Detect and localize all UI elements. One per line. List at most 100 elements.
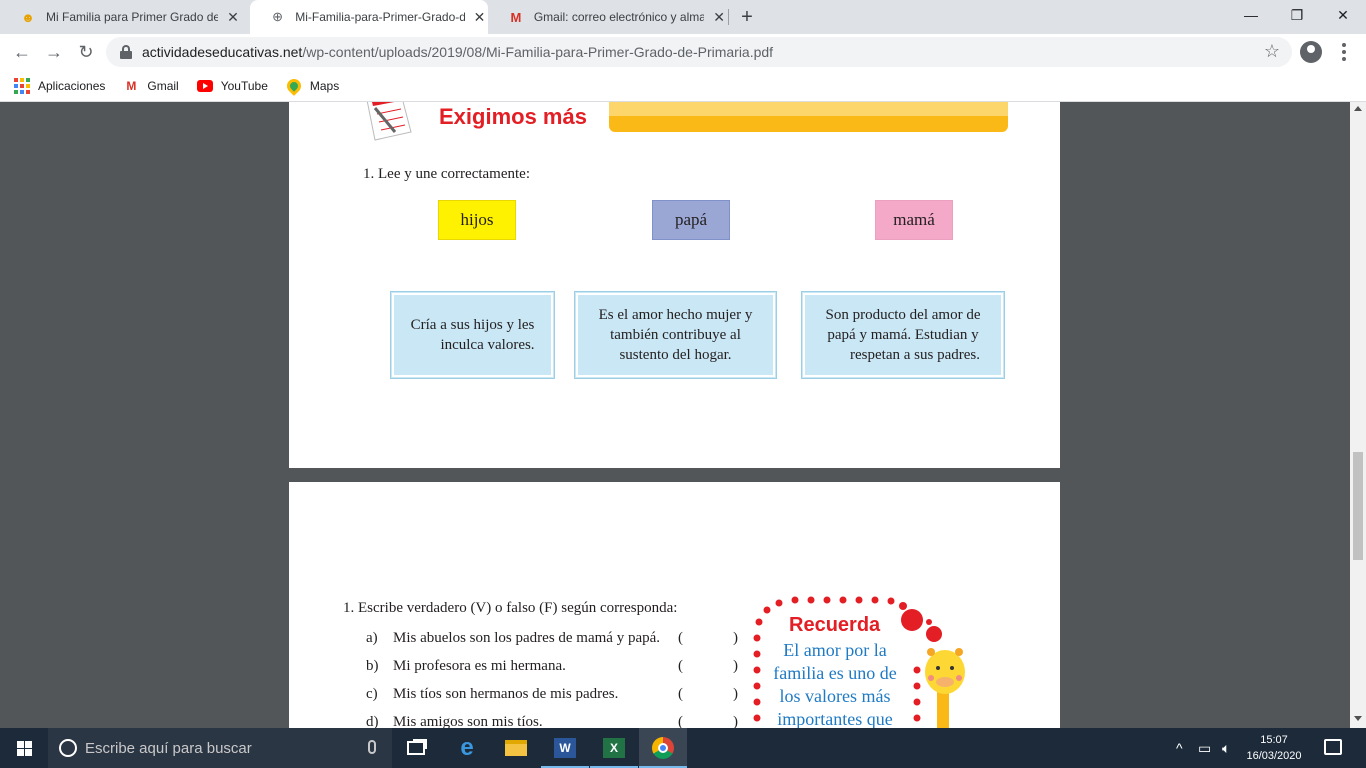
word-card-hijos[interactable]: hijos: [438, 200, 516, 240]
close-tab-icon[interactable]: ✕: [710, 8, 728, 26]
bookmark-youtube[interactable]: YouTube: [196, 78, 268, 94]
start-button[interactable]: [0, 728, 48, 768]
bookmark-label: Aplicaciones: [38, 78, 106, 93]
edge-button[interactable]: e: [443, 728, 491, 768]
url-host: actividadeseducativas.net: [142, 44, 303, 60]
description-card-2[interactable]: Es el amor hecho mujer y también contrib…: [574, 291, 777, 379]
bookmark-label: Maps: [309, 78, 340, 93]
item-letter: c): [366, 686, 378, 702]
windows-logo-icon: [16, 740, 32, 756]
globe-icon: ⊕: [272, 9, 284, 24]
close-tab-icon[interactable]: ✕: [471, 8, 488, 26]
description-text: Son producto del amor de papá y mamá. Es…: [826, 305, 981, 365]
network-icon[interactable]: ▭: [1198, 740, 1211, 757]
word-button[interactable]: W: [541, 728, 589, 768]
word-card-mama[interactable]: mamá: [875, 200, 953, 240]
notification-center-icon[interactable]: [1324, 739, 1342, 755]
vertical-scrollbar[interactable]: [1350, 102, 1366, 728]
back-button[interactable]: ←: [8, 38, 36, 66]
section-title: Exigimos más: [439, 104, 587, 129]
notepad-icon: [366, 102, 412, 141]
tab-pdf[interactable]: ⊕ Mi-Familia-para-Primer-Grado-de ✕: [250, 0, 488, 34]
description-line: respetan a sus padres.: [850, 347, 980, 363]
gmail-icon: M: [126, 78, 137, 93]
paren-close: ): [733, 714, 738, 728]
chrome-button[interactable]: [639, 728, 687, 768]
excel-icon: X: [603, 738, 625, 758]
forward-button[interactable]: →: [40, 38, 68, 66]
maps-icon: [283, 75, 304, 96]
description-line: inculca valores.: [440, 337, 535, 353]
microphone-icon[interactable]: [368, 740, 376, 754]
pdf-viewer[interactable]: Exigimos más 1. Lee y une correctamente:…: [0, 102, 1350, 728]
url-path: /wp-content/uploads/2019/08/Mi-Familia-p…: [302, 44, 774, 60]
lock-icon[interactable]: [120, 45, 132, 59]
scroll-up-arrow-icon[interactable]: [1354, 106, 1362, 111]
profile-avatar-icon[interactable]: [1300, 41, 1322, 63]
chrome-icon: [652, 737, 674, 759]
item-letter: b): [366, 658, 379, 674]
description-text: Es el amor hecho mujer y también contrib…: [599, 305, 753, 365]
taskbar-search-box[interactable]: Escribe aquí para buscar: [48, 728, 392, 768]
tab-title: Mi Familia para Primer Grado de: [46, 10, 218, 24]
bookmark-label: Gmail: [147, 78, 179, 93]
volume-icon[interactable]: 🔈︎: [1222, 740, 1230, 757]
task-view-icon: [407, 741, 425, 755]
task-view-button[interactable]: [392, 728, 440, 768]
paren-open: (: [678, 630, 683, 646]
pdf-page-2: 1. Escribe verdadero (V) o falso (F) seg…: [289, 482, 1060, 728]
bookmark-maps[interactable]: Maps: [283, 75, 340, 96]
menu-icon[interactable]: [1334, 40, 1354, 64]
address-bar[interactable]: actividadeseducativas.net/wp-content/upl…: [106, 37, 1292, 67]
tab-strip: ☻ Mi Familia para Primer Grado de ✕ ⊕ Mi…: [0, 0, 1366, 34]
giraffe-icon: [925, 648, 965, 728]
tf-item: a) Mis abuelos son los padres de mamá y …: [366, 630, 738, 647]
description-card-3[interactable]: Son producto del amor de papá y mamá. Es…: [801, 291, 1005, 379]
description-line: Cría a sus hijos y les: [410, 317, 535, 333]
scroll-thumb[interactable]: [1353, 452, 1363, 560]
tab-mi-familia[interactable]: ☻ Mi Familia para Primer Grado de ✕: [0, 0, 250, 34]
scroll-down-arrow-icon[interactable]: [1354, 716, 1362, 721]
word-label: hijos: [460, 210, 494, 229]
word-label: mamá: [893, 210, 935, 229]
bookmark-gmail[interactable]: M Gmail: [123, 78, 178, 94]
clock-time: 15:07: [1260, 734, 1288, 746]
file-explorer-button[interactable]: [492, 728, 540, 768]
close-window-button[interactable]: ✕: [1320, 0, 1366, 30]
answer-blank[interactable]: (): [678, 630, 738, 647]
description-line: Son producto del amor de: [825, 307, 981, 323]
tab-gmail[interactable]: M Gmail: correo electrónico y almac ✕: [488, 0, 728, 34]
paren-close: ): [733, 658, 738, 674]
word-card-papa[interactable]: papá: [652, 200, 730, 240]
reload-button[interactable]: ↻: [72, 38, 100, 66]
answer-blank[interactable]: (): [678, 714, 738, 728]
item-text: Mi profesora es mi hermana.: [393, 658, 566, 674]
bookmark-label: YouTube: [220, 78, 268, 93]
item-text: Mis amigos son mis tíos.: [393, 714, 543, 728]
search-placeholder: Escribe aquí para buscar: [85, 739, 252, 757]
new-tab-button[interactable]: +: [736, 6, 758, 28]
recuerda-text: El amor por la familia es uno de los val…: [765, 639, 905, 728]
answer-blank[interactable]: (): [678, 686, 738, 703]
recuerda-line: importantes que: [777, 709, 893, 728]
excel-button[interactable]: X: [590, 728, 638, 768]
recuerda-title: Recuerda: [789, 614, 881, 636]
description-line: sustento del hogar.: [619, 347, 732, 363]
bookmark-aplicaciones[interactable]: Aplicaciones: [14, 77, 106, 94]
close-tab-icon[interactable]: ✕: [224, 8, 242, 26]
pdf-page-1: Exigimos más 1. Lee y une correctamente:…: [289, 102, 1060, 468]
system-clock[interactable]: 15:07 16/03/2020: [1242, 732, 1306, 764]
minimize-button[interactable]: —: [1228, 0, 1274, 30]
bookmark-star-icon[interactable]: ☆: [1264, 41, 1280, 62]
answer-blank[interactable]: (): [678, 658, 738, 675]
description-card-1[interactable]: Cría a sus hijos y les inculca valores.: [390, 291, 555, 379]
tab-title: Mi-Familia-para-Primer-Grado-de: [295, 10, 465, 24]
restore-button[interactable]: ❐: [1274, 0, 1320, 30]
paren-close: ): [733, 630, 738, 646]
recuerda-box: Recuerda El amor por la familia es uno d…: [749, 592, 989, 728]
paren-close: ): [733, 686, 738, 702]
tf-item: d) Mis amigos son mis tíos. (): [366, 714, 738, 728]
recuerda-line: El amor por la: [783, 640, 887, 660]
gmail-icon: M: [510, 9, 522, 25]
show-hidden-icons-icon[interactable]: ^: [1176, 740, 1183, 756]
